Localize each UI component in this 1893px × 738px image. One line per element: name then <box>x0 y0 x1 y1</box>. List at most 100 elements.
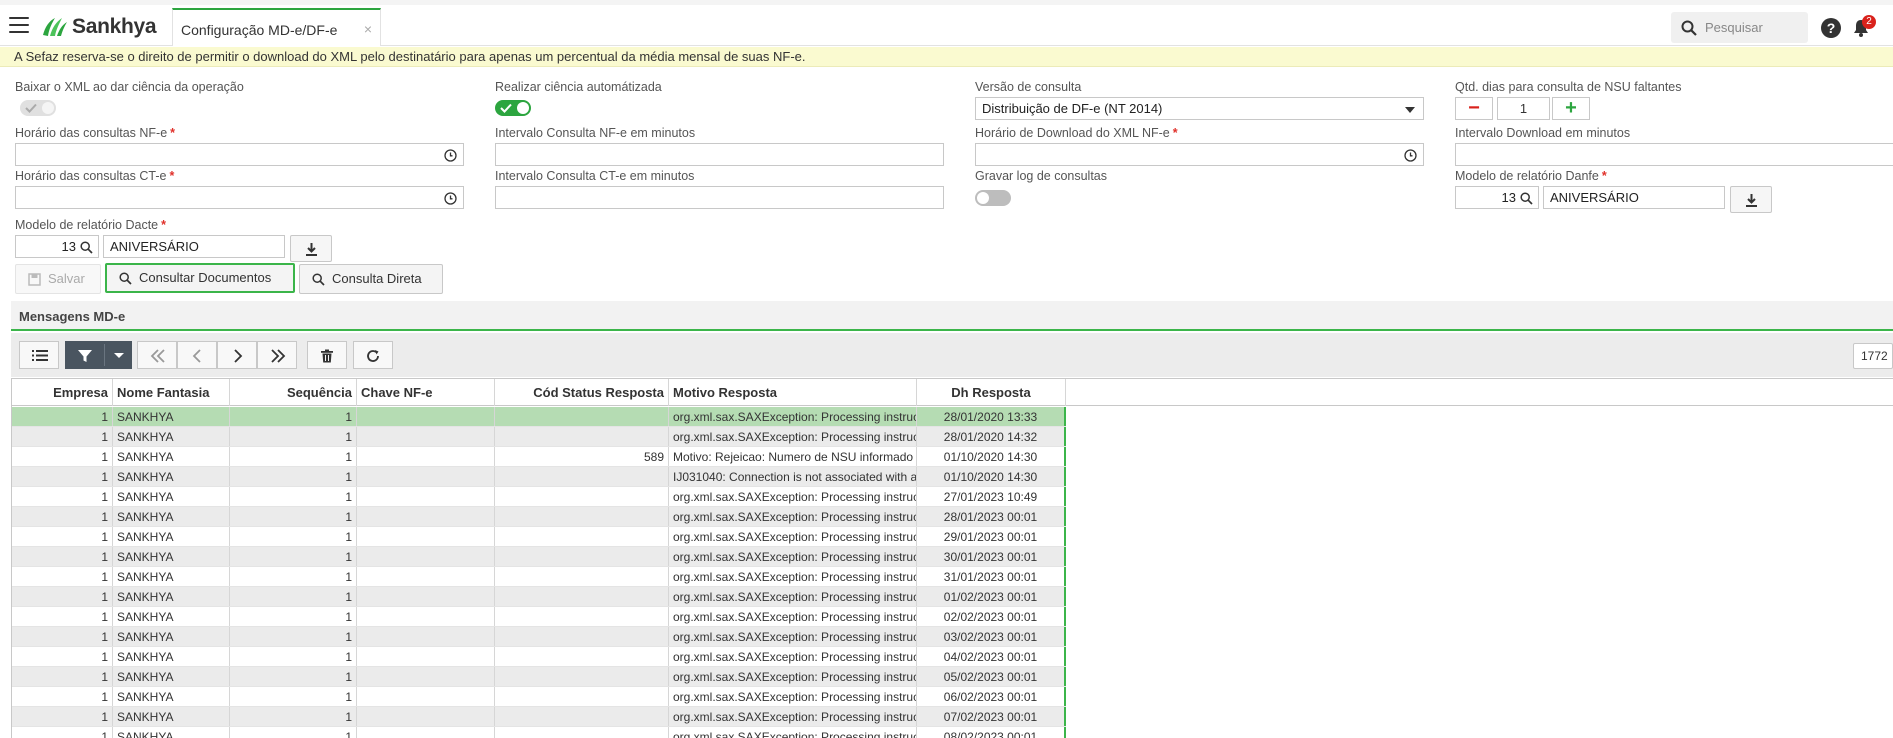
cell-sequencia[interactable]: 1 <box>230 687 357 707</box>
cell-sequencia[interactable]: 1 <box>230 487 357 507</box>
search-input[interactable]: Pesquisar <box>1671 12 1808 43</box>
cell-chave-nfe[interactable] <box>357 587 495 607</box>
gravar-log-toggle[interactable] <box>975 190 1011 206</box>
delete-button[interactable] <box>307 341 347 369</box>
consultar-documentos-button[interactable]: Consultar Documentos <box>105 263 295 293</box>
col-chave-nfe[interactable]: Chave NF-e <box>357 379 495 406</box>
cell-dh-resposta[interactable]: 28/01/2020 13:33 <box>917 407 1066 427</box>
cell-chave-nfe[interactable] <box>357 727 495 738</box>
cell-cod-status[interactable] <box>495 687 669 707</box>
baixar-xml-toggle[interactable] <box>20 100 56 116</box>
table-row[interactable]: 1 SANKHYA 1 org.xml.sax.SAXException: Proce… <box>12 627 1066 647</box>
cell-motivo-resposta[interactable]: org.xml.sax.SAXException: Processing ins… <box>669 667 917 687</box>
cell-sequencia[interactable]: 1 <box>230 407 357 427</box>
cell-motivo-resposta[interactable]: org.xml.sax.SAXException: Processing ins… <box>669 627 917 647</box>
cell-motivo-resposta[interactable]: org.xml.sax.SAXException: Processing ins… <box>669 407 917 427</box>
previous-page-button[interactable] <box>177 341 217 369</box>
table-row[interactable]: 1 SANKHYA 1 org.xml.sax.SAXException: Proce… <box>12 667 1066 687</box>
cell-nome-fantasia[interactable]: SANKHYA <box>113 407 230 427</box>
table-row[interactable]: 1 SANKHYA 1 org.xml.sax.SAXException: Proce… <box>12 727 1066 738</box>
dacte-download-button[interactable] <box>290 235 332 262</box>
cell-dh-resposta[interactable]: 02/02/2023 00:01 <box>917 607 1066 627</box>
cell-cod-status[interactable] <box>495 627 669 647</box>
cell-chave-nfe[interactable] <box>357 627 495 647</box>
cell-motivo-resposta[interactable]: org.xml.sax.SAXException: Processing ins… <box>669 727 917 738</box>
first-page-button[interactable] <box>137 341 177 369</box>
cell-chave-nfe[interactable] <box>357 687 495 707</box>
qtd-dias-input[interactable]: 1 <box>1497 97 1550 120</box>
cell-cod-status[interactable] <box>495 527 669 547</box>
danfe-download-button[interactable] <box>1730 186 1772 213</box>
horario-nfe-input[interactable] <box>15 143 464 166</box>
cell-cod-status[interactable] <box>495 407 669 427</box>
search-icon[interactable] <box>1520 192 1533 205</box>
table-row[interactable]: 1 SANKHYA 1 org.xml.sax.SAXException: Proce… <box>12 687 1066 707</box>
table-row[interactable]: 1 SANKHYA 1 org.xml.sax.SAXException: Proce… <box>12 427 1066 447</box>
clock-icon[interactable] <box>1404 149 1417 162</box>
table-row[interactable]: 1 SANKHYA 1 589 Motivo: Rejeicao: Numero de … <box>12 447 1066 467</box>
cell-dh-resposta[interactable]: 30/01/2023 00:01 <box>917 547 1066 567</box>
close-icon[interactable]: × <box>364 21 372 37</box>
filter-button[interactable] <box>65 341 132 369</box>
cell-empresa[interactable]: 1 <box>12 467 113 487</box>
cell-dh-resposta[interactable]: 01/02/2023 00:01 <box>917 587 1066 607</box>
cell-dh-resposta[interactable]: 28/01/2020 14:32 <box>917 427 1066 447</box>
cell-nome-fantasia[interactable]: SANKHYA <box>113 647 230 667</box>
cell-motivo-resposta[interactable]: org.xml.sax.SAXException: Processing ins… <box>669 647 917 667</box>
dacte-code-input[interactable]: 13 <box>15 235 99 258</box>
last-page-button[interactable] <box>257 341 297 369</box>
cell-sequencia[interactable]: 1 <box>230 607 357 627</box>
search-icon[interactable] <box>80 241 93 254</box>
cell-dh-resposta[interactable]: 03/02/2023 00:01 <box>917 627 1066 647</box>
cell-chave-nfe[interactable] <box>357 607 495 627</box>
cell-empresa[interactable]: 1 <box>12 667 113 687</box>
decrement-button[interactable]: − <box>1455 97 1493 120</box>
table-row[interactable]: 1 SANKHYA 1 org.xml.sax.SAXException: Proce… <box>12 707 1066 727</box>
save-button[interactable]: Salvar <box>15 264 101 294</box>
chevron-down-icon[interactable] <box>114 353 124 358</box>
cell-cod-status[interactable] <box>495 427 669 447</box>
cell-chave-nfe[interactable] <box>357 407 495 427</box>
cell-cod-status[interactable] <box>495 667 669 687</box>
cell-empresa[interactable]: 1 <box>12 687 113 707</box>
cell-nome-fantasia[interactable]: SANKHYA <box>113 467 230 487</box>
cell-motivo-resposta[interactable]: org.xml.sax.SAXException: Processing ins… <box>669 547 917 567</box>
cell-dh-resposta[interactable]: 31/01/2023 00:01 <box>917 567 1066 587</box>
cell-nome-fantasia[interactable]: SANKHYA <box>113 587 230 607</box>
col-dh-resposta[interactable]: Dh Resposta <box>917 379 1066 406</box>
cell-nome-fantasia[interactable]: SANKHYA <box>113 567 230 587</box>
cell-motivo-resposta[interactable]: Motivo: Rejeicao: Numero de NSU informad… <box>669 447 917 467</box>
cell-dh-resposta[interactable]: 29/01/2023 00:01 <box>917 527 1066 547</box>
clock-icon[interactable] <box>444 149 457 162</box>
cell-dh-resposta[interactable]: 27/01/2023 10:49 <box>917 487 1066 507</box>
cell-sequencia[interactable]: 1 <box>230 507 357 527</box>
clock-icon[interactable] <box>444 192 457 205</box>
increment-button[interactable]: + <box>1552 97 1590 120</box>
table-row[interactable]: 1 SANKHYA 1 org.xml.sax.SAXException: Proce… <box>12 487 1066 507</box>
cell-cod-status[interactable] <box>495 587 669 607</box>
cell-nome-fantasia[interactable]: SANKHYA <box>113 687 230 707</box>
cell-empresa[interactable]: 1 <box>12 527 113 547</box>
cell-sequencia[interactable]: 1 <box>230 667 357 687</box>
cell-empresa[interactable]: 1 <box>12 567 113 587</box>
cell-sequencia[interactable]: 1 <box>230 567 357 587</box>
cell-sequencia[interactable]: 1 <box>230 427 357 447</box>
cell-dh-resposta[interactable]: 05/02/2023 00:01 <box>917 667 1066 687</box>
cell-dh-resposta[interactable]: 07/02/2023 00:01 <box>917 707 1066 727</box>
ciencia-auto-toggle[interactable] <box>495 100 531 116</box>
cell-cod-status[interactable] <box>495 467 669 487</box>
cell-nome-fantasia[interactable]: SANKHYA <box>113 547 230 567</box>
cell-sequencia[interactable]: 1 <box>230 467 357 487</box>
cell-nome-fantasia[interactable]: SANKHYA <box>113 427 230 447</box>
table-row[interactable]: 1 SANKHYA 1 org.xml.sax.SAXException: Proce… <box>12 647 1066 667</box>
cell-nome-fantasia[interactable]: SANKHYA <box>113 447 230 467</box>
cell-cod-status[interactable] <box>495 567 669 587</box>
col-motivo-resposta[interactable]: Motivo Resposta <box>669 379 917 406</box>
cell-nome-fantasia[interactable]: SANKHYA <box>113 527 230 547</box>
cell-motivo-resposta[interactable]: org.xml.sax.SAXException: Processing ins… <box>669 707 917 727</box>
cell-empresa[interactable]: 1 <box>12 587 113 607</box>
cell-cod-status[interactable] <box>495 607 669 627</box>
next-page-button[interactable] <box>217 341 257 369</box>
cell-sequencia[interactable]: 1 <box>230 447 357 467</box>
danfe-name-field[interactable]: ANIVERSÁRIO <box>1543 186 1725 209</box>
